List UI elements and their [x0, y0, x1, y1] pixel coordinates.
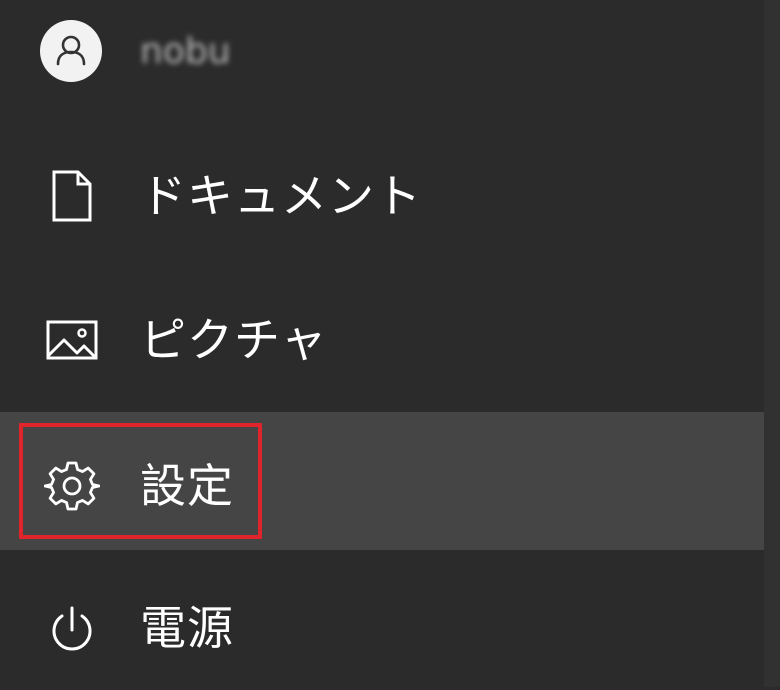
pictures-icon: [44, 312, 100, 368]
menu-item-label: ピクチャ: [140, 313, 328, 367]
menu-item-settings[interactable]: 設定: [0, 412, 764, 550]
start-menu-left-pane: nobu ドキュメント ピクチャ 設定 電源: [0, 0, 764, 687]
menu-item-label: 設定: [140, 459, 234, 513]
document-icon: [44, 168, 100, 224]
menu-item-pictures[interactable]: ピクチャ: [0, 272, 764, 410]
menu-item-documents[interactable]: ドキュメント: [0, 128, 764, 266]
gear-icon: [44, 458, 100, 514]
menu-item-label: 電源: [140, 601, 234, 655]
user-account-button[interactable]: nobu: [0, 0, 764, 108]
menu-item-power[interactable]: 電源: [0, 552, 764, 690]
user-name: nobu: [140, 31, 231, 72]
adjacent-pane-edge: [764, 0, 780, 687]
power-icon: [44, 602, 100, 658]
user-avatar-icon: [40, 20, 102, 82]
menu-item-label: ドキュメント: [140, 169, 422, 223]
